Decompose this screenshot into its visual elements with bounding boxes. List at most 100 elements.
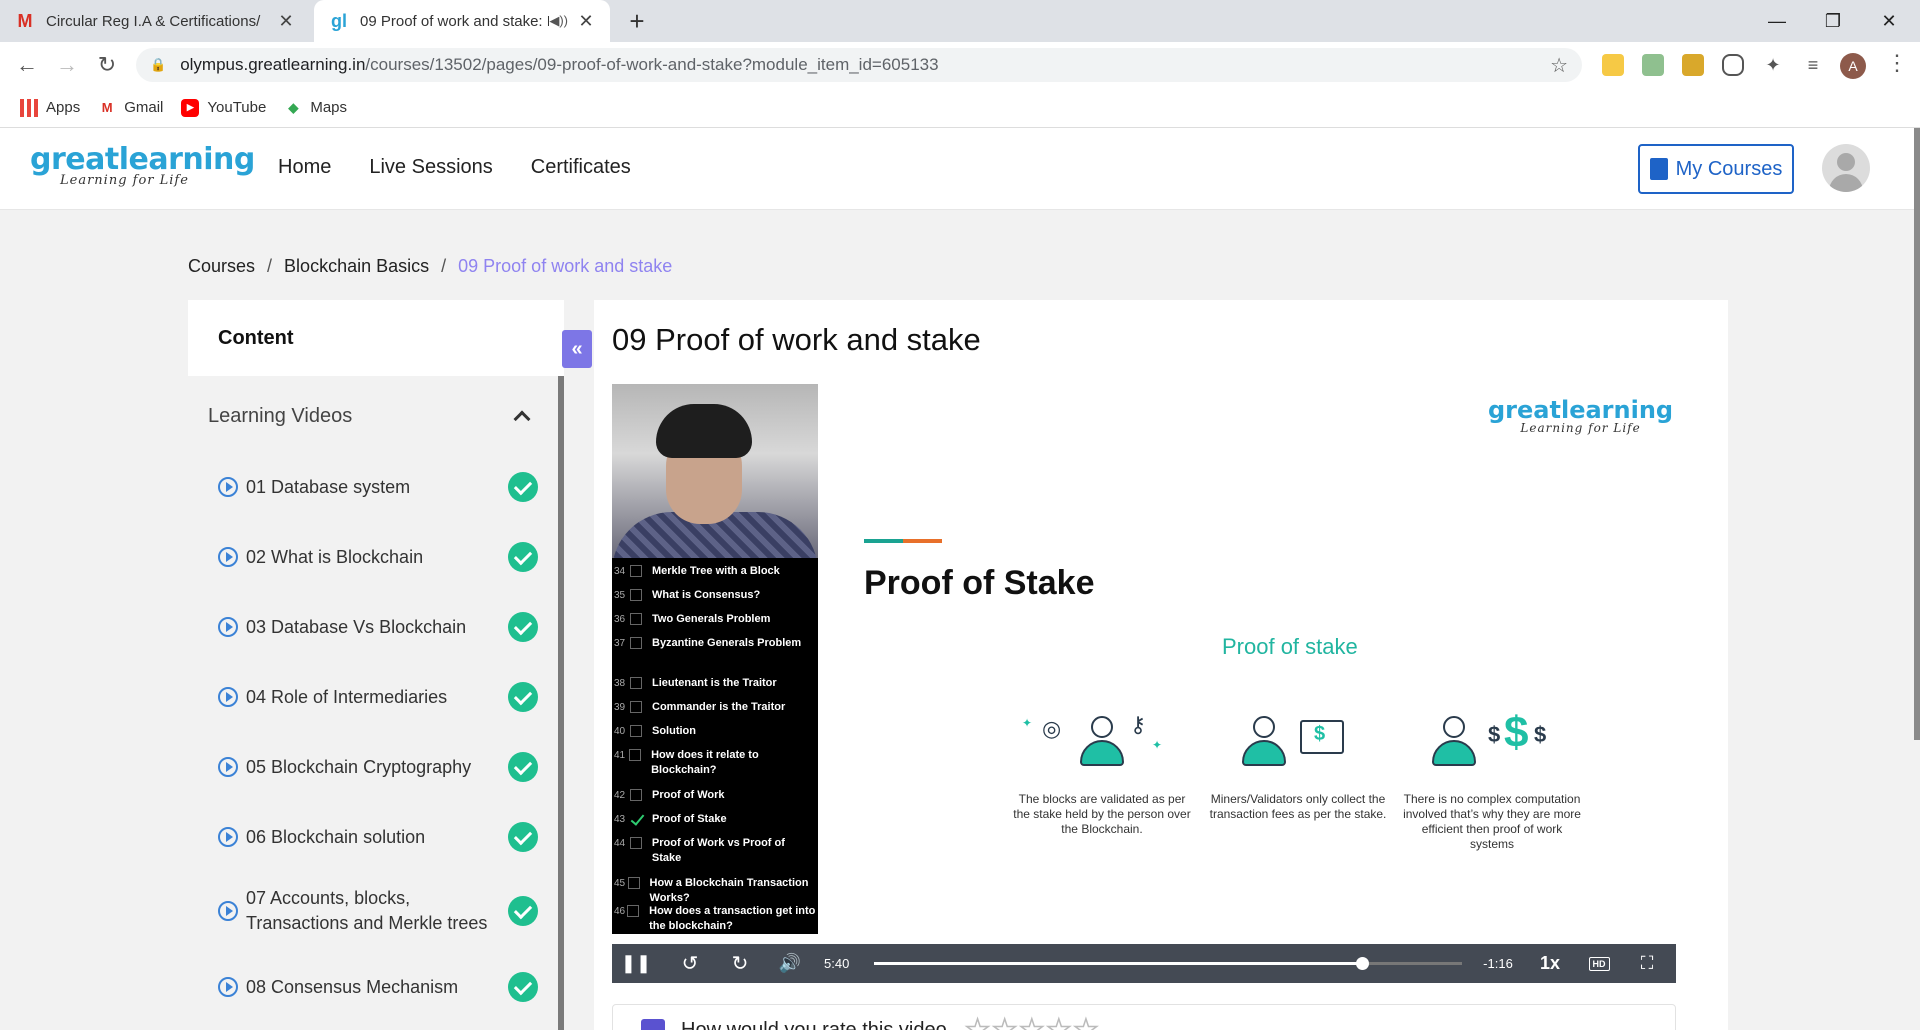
sidebar-scrollbar[interactable] xyxy=(558,376,564,1030)
completed-check-icon xyxy=(508,542,538,572)
sidebar-header: Content xyxy=(218,327,294,349)
chapter-number: 45 xyxy=(614,878,626,889)
chapter-label: How a Blockchain Transaction Works? xyxy=(649,877,809,904)
browser-tab-course[interactable]: gl 09 Proof of work and stake: E ◀)) ✕ xyxy=(314,0,610,42)
chapter-label: Proof of Stake xyxy=(652,813,727,825)
photo-extension-icon[interactable] xyxy=(1682,54,1704,76)
checkbox-icon xyxy=(629,837,642,849)
quality-label: HD xyxy=(1588,956,1610,971)
slide-point: $ $ $ There is no complex computation in… xyxy=(1402,708,1582,852)
rewind-icon[interactable]: ↺ xyxy=(676,944,704,983)
bookmark-star-icon[interactable]: ☆ xyxy=(1550,53,1568,78)
sidebar-video-item[interactable]: 08 Consensus Mechanism xyxy=(218,972,538,1002)
sheets-extension-icon[interactable] xyxy=(1642,54,1664,76)
section-learning-videos[interactable]: Learning Videos xyxy=(188,376,558,456)
rating-stars[interactable]: ★★★★★ xyxy=(964,1013,1101,1030)
bookmark-gmail[interactable]: M Gmail xyxy=(98,99,164,117)
gamepad-extension-icon[interactable] xyxy=(1722,54,1744,76)
play-circle-icon xyxy=(218,477,238,497)
breadcrumb-current: 09 Proof of work and stake xyxy=(458,256,673,276)
chapter-item: 42 Proof of Work xyxy=(614,788,816,803)
chapter-label: Merkle Tree with a Block xyxy=(652,565,780,577)
chevron-up-icon[interactable] xyxy=(513,410,531,428)
slide-greatlearning-logo: greatlearning Learning for Life xyxy=(1488,396,1673,435)
video-progress-bar[interactable] xyxy=(874,957,1462,970)
chapter-number: 46 xyxy=(614,906,626,917)
back-icon[interactable]: ← xyxy=(12,50,42,80)
my-courses-label: My Courses xyxy=(1675,157,1783,180)
sidebar-video-item[interactable]: 02 What is Blockchain xyxy=(218,542,538,572)
play-circle-icon xyxy=(218,901,238,921)
bookmark-label: Apps xyxy=(46,99,81,116)
bookmark-maps[interactable]: ◆ Maps xyxy=(284,99,347,117)
user-avatar[interactable] xyxy=(1822,144,1870,192)
sidebar-video-item[interactable]: 06 Blockchain solution xyxy=(218,822,538,852)
close-window-icon[interactable]: ✕ xyxy=(1862,0,1916,42)
chapter-number: 37 xyxy=(614,638,626,649)
sidebar-video-item[interactable]: 04 Role of Intermediaries xyxy=(218,682,538,712)
breadcrumb-course[interactable]: Blockchain Basics xyxy=(284,256,429,277)
play-circle-icon xyxy=(218,547,238,567)
pause-icon[interactable]: ❚❚ xyxy=(621,944,651,983)
chapter-item: 36 Two Generals Problem xyxy=(614,612,816,627)
completed-check-icon xyxy=(508,822,538,852)
browser-tab-gmail[interactable]: M Circular Reg I.A & Certifications/ ✕ xyxy=(0,0,310,42)
completed-check-icon xyxy=(508,682,538,712)
quality-button[interactable]: HD xyxy=(1582,944,1616,983)
chapter-item-current: 43 Proof of Stake xyxy=(614,812,816,827)
sidebar-video-item[interactable]: 03 Database Vs Blockchain xyxy=(218,612,538,642)
notes-extension-icon[interactable] xyxy=(1602,54,1624,76)
maps-icon: ◆ xyxy=(288,99,299,115)
minimize-window-icon[interactable]: — xyxy=(1750,0,1804,42)
checkbox-icon xyxy=(630,637,642,649)
section-title: Learning Videos xyxy=(208,404,353,427)
new-tab-button[interactable]: + xyxy=(622,6,652,36)
extensions-puzzle-icon[interactable]: ✦ xyxy=(1762,54,1784,76)
reload-icon[interactable]: ↻ xyxy=(92,50,122,80)
forward-icon[interactable]: ↻ xyxy=(726,944,754,983)
close-tab-icon[interactable]: ✕ xyxy=(276,11,296,32)
progress-knob[interactable] xyxy=(1356,957,1370,970)
restore-window-icon[interactable]: ❐ xyxy=(1806,0,1860,42)
content-sidebar: Content Learning Videos 01 Database syst… xyxy=(188,300,564,1030)
info-icon xyxy=(641,1019,665,1030)
bookmark-label: Gmail xyxy=(124,99,164,116)
slide-title: Proof of Stake xyxy=(864,564,1095,602)
bookmark-apps[interactable]: Apps xyxy=(20,98,81,117)
video-controls: ❚❚ ↺ ↻ 🔊 5:40 -1:16 1x HD ⛶ xyxy=(612,944,1676,983)
checkbox-icon xyxy=(629,749,642,761)
speaker-icon[interactable]: ◀)) xyxy=(549,13,568,29)
media-control-icon[interactable]: ≡ xyxy=(1802,54,1824,76)
checkbox-icon xyxy=(630,677,642,689)
sidebar-video-item[interactable]: 01 Database system xyxy=(218,472,538,502)
chapter-label: Solution xyxy=(652,725,696,737)
logo-word-b: learning xyxy=(118,142,256,177)
close-tab-icon[interactable]: ✕ xyxy=(576,11,596,32)
slide-point-text: The blocks are validated as per the stak… xyxy=(1013,792,1191,836)
nav-certificates[interactable]: Certificates xyxy=(531,156,631,179)
chapter-label: What is Consensus? xyxy=(652,589,761,601)
greatlearning-logo[interactable]: greatlearning Learning for Life xyxy=(30,142,255,188)
completed-check-icon xyxy=(508,612,538,642)
collapse-sidebar-button[interactable]: « xyxy=(562,330,592,368)
breadcrumb-courses[interactable]: Courses xyxy=(188,256,255,277)
logo-word-b: learning xyxy=(1560,396,1674,424)
forward-icon[interactable]: → xyxy=(52,50,82,80)
video-player[interactable]: 34 Merkle Tree with a Block 35 What is Con… xyxy=(612,384,1676,983)
sidebar-video-item[interactable]: 05 Blockchain Cryptography xyxy=(218,752,538,782)
fullscreen-icon[interactable]: ⛶ xyxy=(1632,944,1662,983)
nav-live-sessions[interactable]: Live Sessions xyxy=(369,156,492,179)
profile-avatar[interactable]: A xyxy=(1840,53,1866,79)
validator-dollar-icon: $ $ $ xyxy=(1402,708,1582,772)
nav-home[interactable]: Home xyxy=(278,156,331,179)
url-field[interactable]: 🔒 olympus.greatlearning.in/courses/13502… xyxy=(136,48,1582,82)
playback-speed-button[interactable]: 1x xyxy=(1532,944,1568,983)
sidebar-video-item[interactable]: 07 Accounts, blocks, Transactions and Me… xyxy=(218,886,538,936)
page-scrollbar[interactable] xyxy=(1914,128,1920,740)
play-circle-icon xyxy=(218,827,238,847)
volume-icon[interactable]: 🔊 xyxy=(776,944,804,983)
chapter-label: Lieutenant is the Traitor xyxy=(652,677,777,689)
my-courses-button[interactable]: My Courses xyxy=(1638,144,1794,194)
browser-menu-icon[interactable]: ⋮ xyxy=(1886,50,1908,76)
bookmark-youtube[interactable]: ▶ YouTube xyxy=(181,98,266,117)
